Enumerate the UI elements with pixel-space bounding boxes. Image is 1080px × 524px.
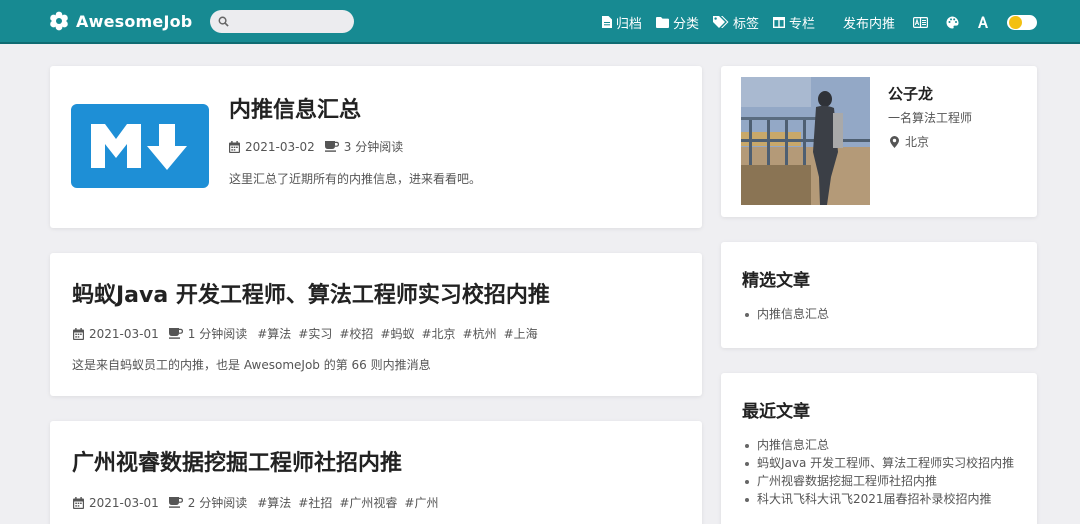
file-icon: [601, 16, 612, 28]
nav-categories[interactable]: 分类: [655, 13, 699, 32]
list-item[interactable]: 蚂蚁Java 开发工程师、算法工程师实习校招内推: [742, 454, 1022, 472]
calendar-icon: [73, 496, 84, 509]
author-name[interactable]: 公子龙: [888, 83, 933, 104]
post-card[interactable]: 内推信息汇总 2021-03-02 3 分钟阅读 这里汇总了近期所有的内推信息，…: [50, 66, 702, 228]
post-date: 2021-03-01: [73, 496, 159, 510]
post-tag[interactable]: #杭州: [463, 325, 497, 342]
post-title[interactable]: 内推信息汇总: [229, 92, 361, 124]
list-item[interactable]: 内推信息汇总: [742, 305, 1022, 323]
author-card: 公子龙 一名算法工程师 北京: [721, 66, 1037, 217]
post-tag[interactable]: #算法: [257, 494, 291, 511]
post-title[interactable]: 广州视睿数据挖掘工程师社招内推: [72, 445, 402, 477]
nav-columns[interactable]: 专栏: [772, 13, 815, 32]
palette-button[interactable]: [946, 16, 959, 29]
brand-name: AwesomeJob: [76, 11, 193, 31]
author-location: 北京: [890, 133, 929, 150]
post-summary: 这是来自蚂蚁员工的内推，也是 AwesomeJob 的第 66 则内推消息: [72, 358, 431, 372]
translate-button[interactable]: [913, 16, 928, 28]
search-icon: [219, 16, 230, 27]
brand-logo-icon: [50, 11, 68, 31]
post-date: 2021-03-01: [73, 327, 159, 341]
coffee-icon: [168, 328, 183, 339]
avatar[interactable]: [741, 77, 870, 205]
post-tag[interactable]: #广州: [404, 494, 438, 511]
author-bio: 一名算法工程师: [888, 111, 973, 125]
post-date: 2021-03-02: [229, 140, 315, 154]
post-tag[interactable]: #校招: [339, 325, 373, 342]
nav-archive[interactable]: 归档: [601, 13, 642, 32]
nav-tags-label: 标签: [732, 16, 759, 32]
post-tag[interactable]: #算法: [257, 325, 291, 342]
translate-icon: [913, 16, 928, 28]
post-tag[interactable]: #北京: [421, 325, 455, 342]
post-reading-time: 2 分钟阅读: [168, 494, 247, 511]
nav-columns-label: 专栏: [788, 16, 815, 32]
featured-title: 精选文章: [742, 271, 810, 291]
brand[interactable]: AwesomeJob: [49, 11, 192, 31]
coffee-icon: [324, 141, 339, 152]
calendar-icon: [229, 140, 240, 153]
post-meta: 2021-03-01 2 分钟阅读 #算法 #社招 #广州视睿 #广州: [73, 494, 445, 511]
post-title[interactable]: 蚂蚁Java 开发工程师、算法工程师实习校招内推: [72, 277, 550, 309]
search-input[interactable]: [233, 14, 344, 28]
post-card[interactable]: 蚂蚁Java 开发工程师、算法工程师实习校招内推 2021-03-01 1 分钟…: [50, 253, 702, 396]
nav-links: 归档 分类 标签 专栏 发布内推: [601, 0, 1080, 44]
recent-posts-card: 最近文章 内推信息汇总 蚂蚁Java 开发工程师、算法工程师实习校招内推 广州视…: [721, 373, 1037, 524]
post-meta: 2021-03-02 3 分钟阅读: [229, 138, 413, 155]
calendar-icon: [73, 327, 84, 340]
columns-icon: [772, 16, 785, 28]
top-navbar: AwesomeJob 归档 分类 标签 专栏 发布内推: [0, 0, 1080, 44]
post-meta: 2021-03-01 1 分钟阅读 #算法 #实习 #校招 #蚂蚁 #北京 #杭…: [73, 325, 545, 342]
search-box[interactable]: [210, 9, 355, 33]
nav-archive-label: 归档: [615, 16, 642, 32]
list-item[interactable]: 广州视睿数据挖掘工程师社招内推: [742, 472, 1022, 490]
post-tag[interactable]: #蚂蚁: [380, 325, 414, 342]
recent-title: 最近文章: [742, 402, 810, 422]
tags-icon: [712, 16, 729, 28]
coffee-icon: [168, 497, 183, 508]
featured-posts-card: 精选文章 内推信息汇总: [721, 242, 1037, 348]
post-tag[interactable]: #上海: [504, 325, 538, 342]
featured-list: 内推信息汇总: [742, 305, 1022, 323]
folder-icon: [655, 16, 669, 28]
font-icon: [978, 16, 988, 28]
markdown-logo-icon: [71, 104, 209, 188]
post-tag[interactable]: #实习: [298, 325, 332, 342]
list-item[interactable]: 内推信息汇总: [742, 436, 1022, 454]
theme-toggle[interactable]: [1007, 14, 1037, 30]
post-card[interactable]: 广州视睿数据挖掘工程师社招内推 2021-03-01 2 分钟阅读 #算法 #社…: [50, 421, 702, 524]
post-tag[interactable]: #社招: [298, 494, 332, 511]
post-reading-time: 3 分钟阅读: [324, 138, 403, 155]
font-size-button[interactable]: [977, 16, 989, 28]
recent-list: 内推信息汇总 蚂蚁Java 开发工程师、算法工程师实习校招内推 广州视睿数据挖掘…: [742, 436, 1022, 508]
post-tag[interactable]: #广州视睿: [339, 494, 397, 511]
palette-icon: [946, 16, 959, 28]
nav-publish[interactable]: 发布内推: [843, 13, 895, 32]
location-pin-icon: [890, 135, 899, 148]
nav-categories-label: 分类: [672, 16, 699, 32]
post-summary: 这里汇总了近期所有的内推信息，进来看看吧。: [229, 172, 482, 186]
sun-icon: [1009, 15, 1022, 29]
post-reading-time: 1 分钟阅读: [168, 325, 247, 342]
nav-tags[interactable]: 标签: [712, 13, 759, 32]
list-item[interactable]: 科大讯飞科大讯飞2021届春招补录校招内推: [742, 490, 1022, 508]
